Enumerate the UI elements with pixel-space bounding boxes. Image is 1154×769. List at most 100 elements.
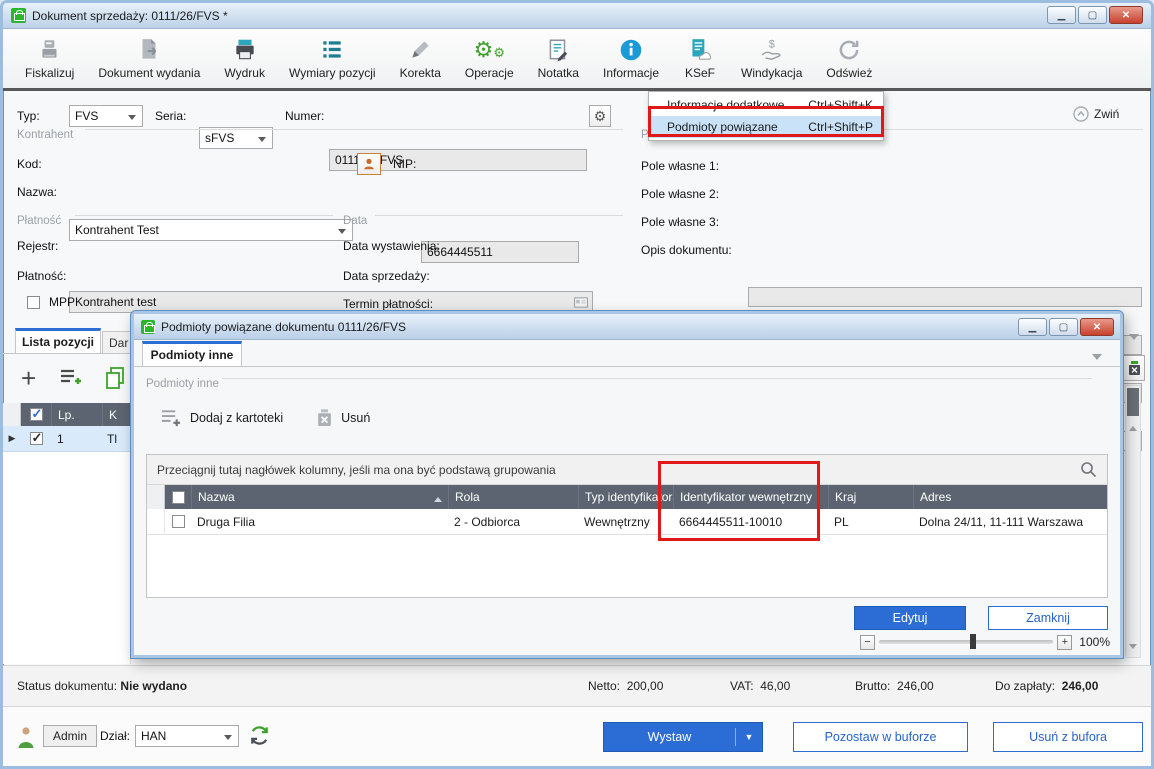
usun-button[interactable]: Usuń bbox=[317, 409, 370, 427]
data-wystawienia-label: Data wystawienia: bbox=[343, 235, 440, 257]
toolbar-fiskalizuj[interactable]: Fiskalizuj bbox=[13, 35, 86, 82]
mpp-checkbox[interactable] bbox=[27, 296, 40, 309]
refresh-dzial-icon[interactable] bbox=[248, 724, 271, 747]
toolbar-dokument-wydania[interactable]: Dokument wydania bbox=[86, 35, 212, 82]
row-checkbox[interactable] bbox=[30, 432, 43, 445]
zoom-thumb[interactable] bbox=[970, 634, 976, 649]
col-typ-identyfikatora[interactable]: Typ identyfikatora bbox=[579, 490, 673, 504]
user-button[interactable]: Admin bbox=[43, 725, 97, 747]
toolbar-ksef[interactable]: KSeF bbox=[671, 35, 729, 82]
seria-select[interactable]: sFVS bbox=[199, 127, 273, 149]
kod-select[interactable]: Kontrahent Test bbox=[69, 219, 353, 241]
add-list-icon[interactable] bbox=[58, 366, 82, 390]
sort-asc-icon bbox=[434, 493, 442, 502]
main-window: Dokument sprzedaży: 0111/26/FVS * ▁ ▢ ✕ … bbox=[0, 0, 1154, 769]
delete-row-button[interactable] bbox=[1123, 355, 1145, 381]
select-all-checkbox[interactable] bbox=[30, 408, 43, 421]
col-rola[interactable]: Rola bbox=[449, 490, 578, 504]
toolbar-wydruk[interactable]: Wydruk bbox=[212, 35, 277, 82]
positions-scrollbar[interactable] bbox=[1125, 385, 1141, 658]
window-title: Dokument sprzedaży: 0111/26/FVS * bbox=[32, 9, 228, 23]
wystaw-button[interactable]: Wystaw ▼ bbox=[603, 722, 763, 752]
mpp-checkbox-row[interactable]: MPP bbox=[27, 291, 75, 313]
trash-green-icon bbox=[1128, 361, 1141, 376]
row-select-checkbox[interactable] bbox=[172, 515, 185, 528]
wystaw-dropdown-icon[interactable]: ▼ bbox=[736, 732, 762, 742]
collapse-up-icon bbox=[1073, 106, 1089, 122]
zoom-out-button[interactable]: − bbox=[860, 635, 875, 650]
pole-wlasne-1-field[interactable] bbox=[748, 287, 1142, 307]
main-toolbar: Fiskalizuj Dokument wydania Wydruk Wymia… bbox=[3, 29, 1151, 91]
add-row-icon[interactable]: + bbox=[21, 365, 36, 391]
dialog-minimize-button[interactable]: ▁ bbox=[1018, 318, 1047, 336]
card-icon[interactable] bbox=[574, 297, 588, 308]
cash-register-icon bbox=[37, 37, 63, 63]
toolbar-korekta[interactable]: Korekta bbox=[388, 35, 453, 82]
app-icon bbox=[11, 8, 26, 23]
table-row[interactable]: Druga Filia 2 - Odbiorca Wewnętrzny 6664… bbox=[147, 509, 1107, 535]
seria-label: Seria: bbox=[155, 105, 186, 127]
nip-label: NIP: bbox=[393, 153, 416, 175]
col-identyfikator-wewnetrzny[interactable]: Identyfikator wewnętrzny bbox=[674, 490, 828, 504]
toolbar-notatka[interactable]: Notatka bbox=[526, 35, 591, 82]
tab-partial[interactable]: Dar bbox=[102, 331, 131, 353]
nazwa-field[interactable]: Kontrahent test bbox=[69, 291, 593, 313]
number-settings-button[interactable]: ⚙ bbox=[589, 105, 611, 127]
pole-wlasne-2-label: Pole własne 2: bbox=[641, 183, 719, 205]
screen: Dokument sprzedaży: 0111/26/FVS * ▁ ▢ ✕ … bbox=[0, 0, 1154, 769]
toolbar-wymiary-pozycji[interactable]: Wymiary pozycji bbox=[277, 35, 388, 82]
dialog-titlebar: Podmioty powiązane dokumentu 0111/26/FVS bbox=[134, 314, 1120, 340]
menu-informacje-dodatkowe[interactable]: Informacje dodatkowe...Ctrl+Shift+K bbox=[649, 94, 883, 116]
numer-label: Numer: bbox=[285, 105, 324, 127]
info-icon bbox=[618, 37, 644, 63]
dialog-title: Podmioty powiązane dokumentu 0111/26/FVS bbox=[161, 320, 406, 334]
toolbar-odswiez[interactable]: Odśwież bbox=[814, 35, 884, 82]
scrollbar-thumb[interactable] bbox=[1127, 388, 1139, 416]
dzial-label: Dział: bbox=[100, 725, 130, 747]
zoom-in-button[interactable]: + bbox=[1057, 635, 1072, 650]
gears-icon: ⚙⚙ bbox=[474, 37, 505, 63]
pole-wlasne-3-label: Pole własne 3: bbox=[641, 211, 719, 233]
close-button[interactable]: ✕ bbox=[1109, 6, 1143, 24]
tab-podmioty-inne[interactable]: Podmioty inne bbox=[142, 341, 242, 366]
copy-icon[interactable] bbox=[104, 366, 126, 390]
dialog-toolbar: Dodaj z kartoteki Usuń bbox=[160, 408, 370, 428]
minimize-button[interactable]: ▁ bbox=[1047, 6, 1076, 24]
search-icon[interactable] bbox=[1080, 461, 1097, 478]
toolbar-windykacja[interactable]: $ Windykacja bbox=[729, 35, 814, 82]
dzial-select[interactable]: HAN bbox=[135, 725, 239, 747]
dialog-tab-chevron-icon[interactable] bbox=[1092, 354, 1102, 365]
col-kraj[interactable]: Kraj bbox=[829, 490, 913, 504]
col-nazwa[interactable]: Nazwa bbox=[192, 490, 448, 504]
toolbar-informacje[interactable]: Informacje bbox=[591, 35, 671, 82]
zoom-track[interactable] bbox=[879, 640, 1053, 644]
panel-chevron-icon[interactable] bbox=[1129, 334, 1139, 345]
main-titlebar: Dokument sprzedaży: 0111/26/FVS * bbox=[3, 3, 1151, 29]
dialog-maximize-button[interactable]: ▢ bbox=[1049, 318, 1078, 336]
scroll-up-icon[interactable] bbox=[1129, 422, 1137, 431]
usun-z-bufora-button[interactable]: Usuń z bufora bbox=[993, 722, 1143, 752]
edytuj-button[interactable]: Edytuj bbox=[854, 606, 966, 630]
scroll-down-icon[interactable] bbox=[1129, 644, 1137, 653]
dialog-close-button[interactable]: ✕ bbox=[1080, 318, 1114, 336]
zamknij-button[interactable]: Zamknij bbox=[988, 606, 1108, 630]
group-by-bar[interactable]: Przeciągnij tutaj nagłówek kolumny, jeśl… bbox=[147, 455, 1107, 485]
pole-wlasne-1-label: Pole własne 1: bbox=[641, 155, 719, 177]
contractor-card-button[interactable] bbox=[357, 153, 381, 175]
podmioty-inne-caption: Podmioty inne bbox=[146, 378, 219, 390]
toolbar-operacje[interactable]: ⚙⚙ Operacje bbox=[453, 35, 526, 82]
typ-select[interactable]: FVS bbox=[69, 105, 143, 127]
maximize-button[interactable]: ▢ bbox=[1078, 6, 1107, 24]
tab-lista-pozycji[interactable]: Lista pozycji bbox=[15, 328, 101, 353]
position-row[interactable]: ▶ 1 Tl bbox=[3, 426, 131, 452]
collapse-button[interactable]: Zwiń bbox=[1073, 106, 1119, 122]
nip-field[interactable]: 6664445511 bbox=[421, 241, 579, 263]
col-adres[interactable]: Adres bbox=[914, 490, 1107, 504]
pozostaw-w-buforze-button[interactable]: Pozostaw w buforze bbox=[793, 722, 968, 752]
dodaj-z-kartoteki-button[interactable]: Dodaj z kartoteki bbox=[160, 408, 283, 428]
user-icon bbox=[16, 726, 36, 750]
nazwa-label: Nazwa: bbox=[17, 181, 57, 203]
grid-select-all-checkbox[interactable] bbox=[172, 491, 185, 504]
pencil-icon bbox=[407, 37, 433, 63]
menu-podmioty-powiazane[interactable]: Podmioty powiązaneCtrl+Shift+P bbox=[649, 116, 883, 138]
